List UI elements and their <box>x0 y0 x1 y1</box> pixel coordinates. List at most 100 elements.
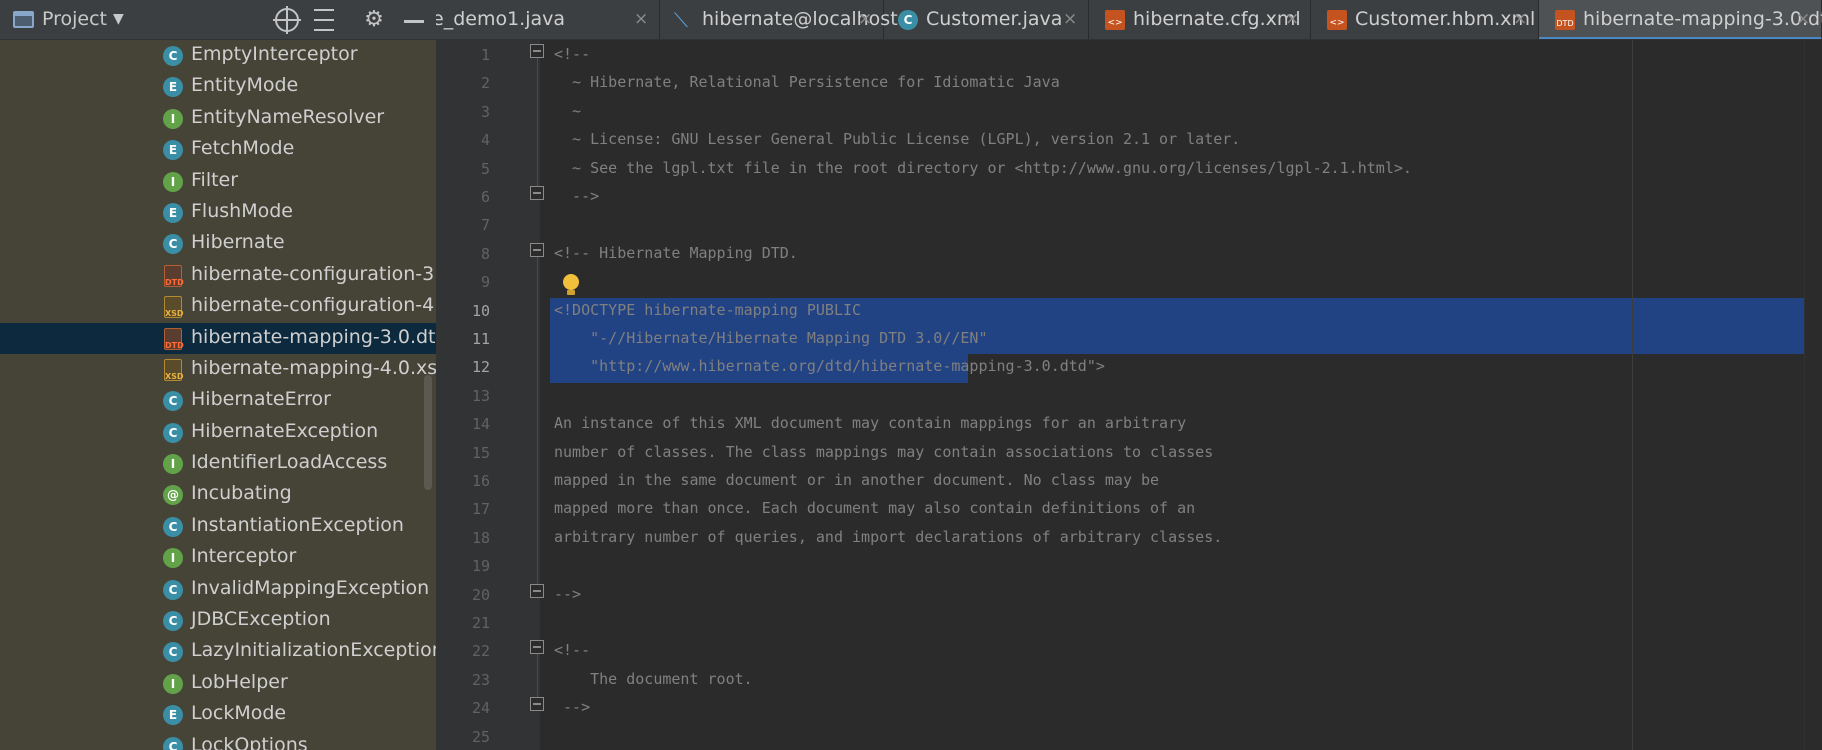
code-text: mapped more than once. Each document may… <box>554 499 1196 518</box>
line-number: 3 <box>480 102 490 121</box>
editor-tab[interactable]: e_demo1.java × <box>436 0 660 39</box>
project-view-selector[interactable]: Project <box>42 8 107 30</box>
code-text: --> <box>554 584 582 603</box>
tree-item-label: EmptyInterceptor <box>191 43 358 65</box>
editor-tab[interactable]: <> hibernate.cfg.xml × <box>1089 0 1311 39</box>
line-number: 19 <box>471 557 490 576</box>
tree-item[interactable]: E FetchMode <box>0 134 436 165</box>
locate-file-icon[interactable] <box>273 6 301 34</box>
code-line: ~ License: GNU Lesser General Public Lic… <box>540 127 1822 155</box>
tree-item[interactable]: XSD hibernate-configuration-4.0. <box>0 291 436 322</box>
close-tab-icon[interactable]: × <box>1513 9 1527 29</box>
code-text: <!-- <box>554 641 591 660</box>
code-text: --> <box>554 187 600 205</box>
tree-item-label: Filter <box>191 168 239 191</box>
hide-panel-icon[interactable] <box>400 6 428 34</box>
code-text: ~ License: GNU Lesser General Public Lic… <box>554 130 1241 149</box>
close-tab-icon[interactable]: × <box>1796 9 1810 29</box>
fold-guide <box>537 256 538 584</box>
line-number: 4 <box>480 131 490 150</box>
dtd-file-icon: DTD <box>164 264 184 287</box>
class-file-icon: C <box>163 736 183 750</box>
xsd-file-icon: XSD <box>164 358 184 381</box>
class-file-icon: C <box>163 611 183 632</box>
editor-tab[interactable]: <> Customer.hbm.xml × <box>1311 0 1539 39</box>
tree-item[interactable]: DTD hibernate-mapping-3.0.dtd <box>0 322 436 354</box>
tree-item[interactable]: C HibernateException <box>0 417 436 448</box>
database-file-icon: ⟍ <box>674 8 688 32</box>
close-tab-icon[interactable]: × <box>634 9 648 29</box>
code-line: --> <box>540 184 1822 212</box>
editor-tab[interactable]: C Customer.java × <box>884 0 1089 39</box>
tree-item[interactable]: C Hibernate <box>0 228 436 259</box>
tree-item[interactable]: C InstantiationException <box>0 511 436 542</box>
class-file-icon: C <box>163 234 183 255</box>
tree-item[interactable]: @ Incubating <box>0 479 436 510</box>
tree-item[interactable]: C EmptyInterceptor <box>0 40 436 71</box>
line-number: 21 <box>471 614 490 632</box>
line-number: 23 <box>471 670 490 689</box>
line-number: 7 <box>480 216 490 235</box>
class-file-icon: C <box>163 46 183 66</box>
tab-label: hibernate.cfg.xml <box>1133 8 1301 30</box>
tree-item-label: EntityMode <box>191 74 299 97</box>
gear-icon[interactable]: ⚙ <box>360 6 388 34</box>
xsd-file-icon: XSD <box>164 296 184 319</box>
tree-item[interactable]: I LobHelper <box>0 668 436 699</box>
editor-tab[interactable]: DTD hibernate-mapping-3.0.dtd × <box>1539 0 1822 39</box>
tree-item[interactable]: E EntityMode <box>0 71 436 102</box>
line-number: 8 <box>480 244 490 263</box>
right-margin-guide <box>1632 40 1633 750</box>
tree-item-label: hibernate-mapping-3.0.dtd <box>191 325 436 348</box>
enum-file-icon: E <box>163 140 183 161</box>
tree-item[interactable]: E LockMode <box>0 699 436 730</box>
tab-label: Customer.java <box>926 8 1063 30</box>
close-tab-icon[interactable]: × <box>1285 9 1299 29</box>
line-number: 1 <box>480 46 490 64</box>
xml-file-icon: <> <box>1327 10 1347 30</box>
interface-file-icon: I <box>163 673 183 694</box>
code-line: ~ Hibernate, Relational Persistence for … <box>540 70 1822 98</box>
code-text: ~ See the lgpl.txt file in the root dire… <box>554 158 1412 177</box>
editor-tab[interactable]: ⟍ hibernate@localhost × <box>660 0 898 39</box>
tree-item[interactable]: C JDBCException <box>0 605 436 636</box>
line-number: 15 <box>471 443 490 462</box>
close-tab-icon[interactable]: × <box>858 9 872 29</box>
tree-item-label: Interceptor <box>191 545 297 568</box>
code-line: <!-- <box>540 42 1822 70</box>
code-text: ~ <box>554 101 582 120</box>
tree-item[interactable]: I IdentifierLoadAccess <box>0 448 436 479</box>
code-line: ~ See the lgpl.txt file in the root dire… <box>540 156 1822 184</box>
tab-label: hibernate-mapping-3.0.dtd <box>1583 8 1822 30</box>
tree-item-label: hibernate-configuration-3.0. <box>191 262 436 285</box>
tree-item[interactable]: I Interceptor <box>0 542 436 573</box>
intention-bulb-icon[interactable] <box>562 274 580 296</box>
class-file-icon: C <box>898 10 918 30</box>
close-tab-icon[interactable]: × <box>1063 9 1077 29</box>
collapse-all-icon[interactable] <box>313 7 335 33</box>
tree-item[interactable]: DTD hibernate-configuration-3.0. <box>0 260 436 291</box>
code-line: The document root. <box>540 667 1822 695</box>
tree-item[interactable]: I EntityNameResolver <box>0 103 436 134</box>
tree-item-label: LockMode <box>191 702 287 725</box>
line-number: 16 <box>471 472 490 490</box>
tree-item[interactable]: C InvalidMappingException <box>0 574 436 605</box>
line-number: 2 <box>480 74 490 93</box>
editor-scrollbar[interactable] <box>1804 40 1822 750</box>
tree-item[interactable]: C HibernateError <box>0 385 436 416</box>
tree-item-label: hibernate-configuration-4.0. <box>191 294 436 317</box>
class-file-icon: C <box>163 516 183 537</box>
chevron-down-icon[interactable]: ▼ <box>113 11 124 27</box>
code-line: <!-- <box>540 638 1822 666</box>
code-editor[interactable]: <!-- ~ Hibernate, Relational Persistence… <box>540 40 1822 750</box>
interface-file-icon: I <box>163 108 183 129</box>
project-tool-window: Project ▼ ⚙ C EmptyInterceptor E EntityMode… <box>0 0 436 750</box>
tree-item[interactable]: E FlushMode <box>0 197 436 228</box>
tree-item[interactable]: C LockOptions <box>0 731 436 750</box>
tree-item[interactable]: C LazyInitializationException <box>0 636 436 667</box>
tree-item[interactable]: I Filter <box>0 166 436 197</box>
tree-item[interactable]: XSD hibernate-mapping-4.0.xsd <box>0 354 436 385</box>
tree-item-label: Hibernate <box>191 231 285 254</box>
tree-scrollbar[interactable] <box>424 375 432 490</box>
